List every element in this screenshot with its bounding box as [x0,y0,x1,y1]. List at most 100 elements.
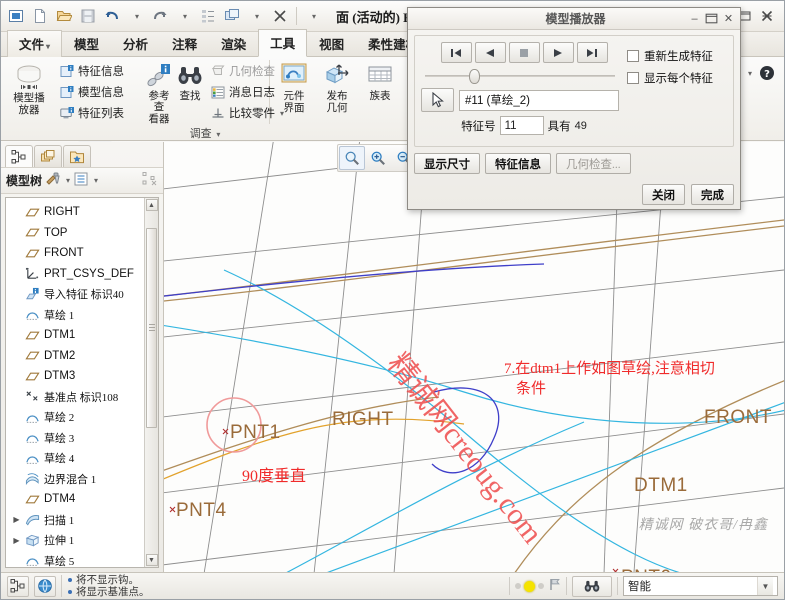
close-window-icon[interactable] [269,5,291,27]
tree-item-14[interactable]: DTM4 [12,489,144,510]
model-tree-tab[interactable] [5,145,33,167]
expand-arrow-icon[interactable]: ▶ [12,536,21,545]
tools-settings-dropdown-icon[interactable]: ▾ [66,176,70,185]
go-to-beginning-button[interactable] [440,42,472,63]
feature-info-button[interactable]: 特征信息 [56,61,128,81]
display-list-dropdown-icon[interactable]: ▾ [94,176,98,185]
tree-item-7[interactable]: DTM2 [12,346,144,367]
save-icon[interactable] [77,5,99,27]
feature-list-button[interactable]: 特征列表 [56,103,128,123]
dialog-maximize-button[interactable] [703,11,720,26]
tree-item-6[interactable]: DTM1 [12,325,144,346]
regenerate-features-checkbox[interactable]: 重新生成特征 [627,48,727,64]
scroll-thumb[interactable] [146,228,157,428]
dialog-close-button[interactable]: ✕ [720,11,737,26]
find-button[interactable]: 查找 [176,59,204,102]
tree-item-label: 拉伸 1 [44,535,75,548]
tree-item-3[interactable]: PRT_CSYS_DEF [12,264,144,285]
tree-item-11[interactable]: 草绘 3 [12,428,144,449]
tree-item-12[interactable]: 草绘 4 [12,448,144,469]
customize-quick-access-icon[interactable]: ▾ [302,5,324,27]
scroll-up-arrow[interactable]: ▲ [145,199,158,211]
dialog-options: 重新生成特征 显示每个特征 [619,42,727,138]
tree-item-1[interactable]: TOP [12,223,144,244]
redo-dropdown-icon[interactable]: ▾ [173,5,195,27]
zoom-in-icon[interactable] [365,146,391,170]
geometry-check-dialog-button[interactable]: 几何检查... [556,153,631,174]
tools-settings-icon[interactable] [45,171,61,190]
show-dimensions-button[interactable]: 显示尺寸 [414,153,480,174]
dialog-minimize-button[interactable]: – [686,11,703,26]
tab-tools[interactable]: 工具 [258,29,308,57]
tree-item-16[interactable]: ▶ 拉伸 1 [12,530,144,551]
tree-item-17[interactable]: 草绘 5 [12,551,144,567]
investigate-group-expand-icon[interactable]: ▾ [216,130,220,139]
model-player-button[interactable]: 模型播 放器 [5,59,53,116]
tree-item-4[interactable]: 导入特征 标识40 [12,284,144,305]
tree-item-0[interactable]: RIGHT [12,202,144,223]
close-window-button[interactable] [758,8,776,24]
new-file-icon[interactable] [29,5,51,27]
selection-filter-dropdown[interactable]: 智能 ▼ [623,576,778,596]
show-each-feature-checkbox[interactable]: 显示每个特征 [627,70,727,86]
finish-dialog-button[interactable]: 完成 [691,184,734,205]
find-binoculars-icon[interactable] [572,575,612,597]
tree-item-15[interactable]: ▶ 扫描 1 [12,510,144,531]
tree-item-8[interactable]: DTM3 [12,366,144,387]
expand-arrow-icon[interactable]: ▶ [12,515,21,524]
tab-file[interactable]: 文件 ▾ [7,30,63,57]
options-dropdown-icon[interactable]: ▾ [748,69,752,78]
tree-item-9[interactable]: 基准点 标识108 [12,387,144,408]
tab-model[interactable]: 模型 [62,30,111,57]
regenerate-icon[interactable] [197,5,219,27]
reference-viewer-button[interactable]: 参考查 看器 [145,59,173,125]
close-dialog-button[interactable]: 关闭 [642,184,685,205]
feature-number-input[interactable]: 11 [499,116,544,135]
display-list-icon[interactable] [73,171,89,190]
scroll-down-arrow[interactable]: ▼ [145,554,158,566]
tab-view[interactable]: 视图 [307,30,356,57]
tree-item-5[interactable]: 草绘 1 [12,305,144,326]
stop-button[interactable] [508,42,540,63]
tab-analysis[interactable]: 分析 [111,30,160,57]
tree-filter-icon[interactable] [142,171,158,190]
zoom-window-icon[interactable] [339,146,365,170]
app-menu-icon[interactable] [5,5,27,27]
layer-tree-tab[interactable] [34,145,62,167]
window-switch-dropdown-icon[interactable]: ▾ [245,5,267,27]
step-backward-button[interactable] [474,42,506,63]
go-to-end-button[interactable] [576,42,608,63]
tree-item-13[interactable]: 边界混合 1 [12,469,144,490]
feature-position-slider[interactable] [425,68,615,84]
feature-name-field[interactable]: #11 (草绘_2) [459,89,619,111]
model-tree-scrollbar[interactable]: ▲ ▼ [144,198,158,567]
open-file-icon[interactable] [53,5,75,27]
regenerate-features-checkbox-box[interactable] [627,50,639,62]
tree-item-label: DTM3 [44,370,76,383]
tree-item-2[interactable]: FRONT [12,243,144,264]
tree-item-10[interactable]: 草绘 2 [12,407,144,428]
step-forward-button[interactable] [542,42,574,63]
feature-info-dialog-button[interactable]: 特征信息 [485,153,551,174]
model-info-button[interactable]: 模型信息 [56,82,128,102]
datum-point-icon [25,389,40,404]
model-tree-toggle-button[interactable] [7,575,29,597]
window-switch-icon[interactable] [221,5,243,27]
browser-toggle-button[interactable] [34,575,56,597]
help-icon[interactable]: ? [756,62,778,84]
flag-icon[interactable] [549,578,561,594]
undo-dropdown-icon[interactable]: ▾ [125,5,147,27]
family-table-button[interactable]: 族表 [360,59,400,102]
chevron-down-icon[interactable]: ▼ [757,577,773,595]
undo-icon[interactable] [101,5,123,27]
model-tree-list-container[interactable]: RIGHT TOP FRONT PRT_CSYS_DEF 导入特征 标识40 草绘 1 DT… [5,197,159,568]
pick-cursor-icon[interactable] [421,88,454,112]
component-interface-button[interactable]: 元件 界面 [274,59,314,114]
redo-icon[interactable] [149,5,171,27]
show-each-feature-checkbox-box[interactable] [627,72,639,84]
slider-knob[interactable] [469,69,480,84]
folder-browser-tab[interactable] [63,145,91,167]
publish-geometry-button[interactable]: 发布 几何 [317,59,357,114]
tab-render[interactable]: 渲染 [209,30,258,57]
tab-annotate[interactable]: 注释 [160,30,209,57]
